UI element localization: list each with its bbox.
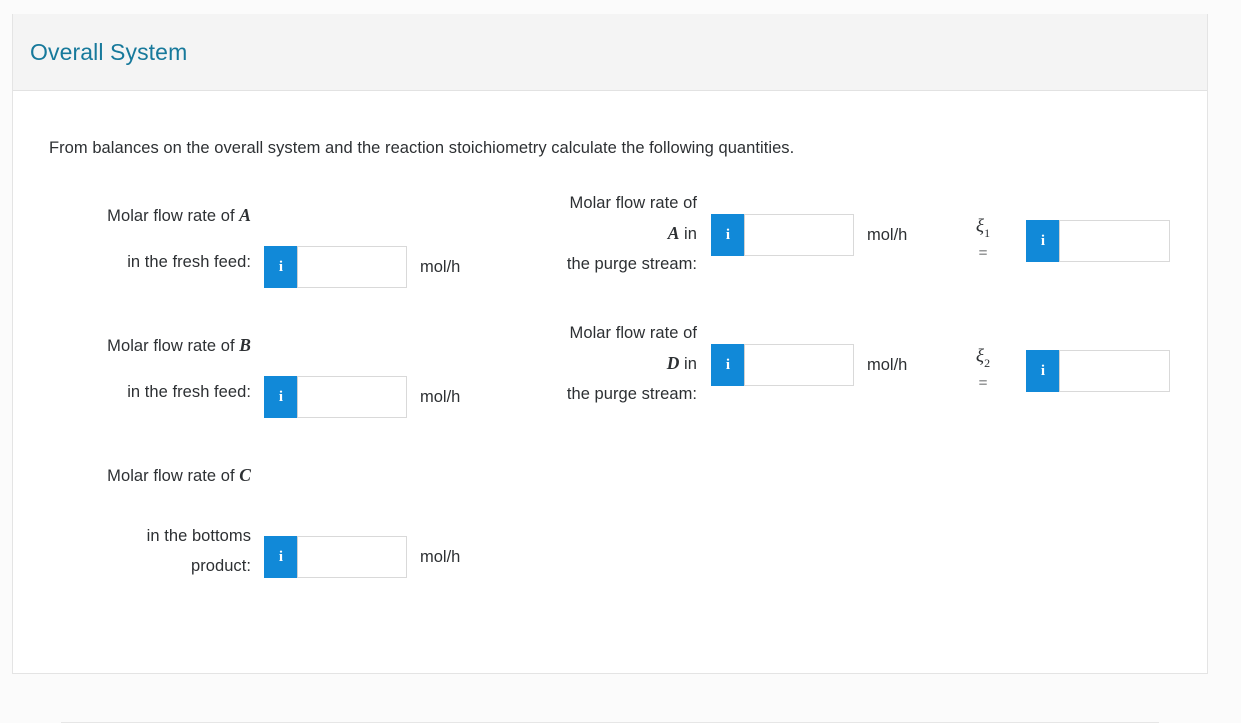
- answer-group-a-purge: i mol/h: [711, 214, 907, 256]
- xi-subscript: 2: [984, 355, 991, 370]
- question-c-bottoms-label-line2: in the bottoms: [146, 527, 251, 545]
- question-b-fresh-feed-label-line2: in the fresh feed:: [127, 383, 251, 401]
- label-text: in: [679, 225, 697, 243]
- question-d-purge-label-line2: D in: [513, 348, 697, 379]
- question-row-1: Molar flow rate of A in the fresh feed: …: [13, 194, 1207, 330]
- question-row-2: Molar flow rate of B in the fresh feed: …: [13, 324, 1207, 460]
- overall-system-card: Overall System From balances on the over…: [12, 14, 1208, 723]
- math-variable-b: B: [239, 335, 251, 355]
- equals-sign: =: [978, 374, 988, 392]
- answer-group-a-fresh-feed: i mol/h: [264, 246, 460, 288]
- page-title: Overall System: [30, 38, 188, 65]
- answer-input-a-purge[interactable]: [744, 214, 854, 256]
- xi-symbol: ξ: [975, 346, 985, 367]
- answer-input-d-purge[interactable]: [744, 344, 854, 386]
- question-c-bottoms-product: Molar flow rate of C in the bottoms prod…: [61, 460, 501, 581]
- info-icon[interactable]: i: [711, 214, 744, 256]
- question-c-bottoms-label-line3: product:: [190, 557, 251, 575]
- question-c-bottoms-label-line1: Molar flow rate of C: [61, 460, 251, 491]
- answer-input-extent-2[interactable]: [1059, 350, 1170, 392]
- card-body: From balances on the overall system and …: [13, 91, 1207, 723]
- label-text: in: [679, 355, 697, 373]
- units-label: mol/h: [420, 388, 461, 406]
- math-variable-d: D: [666, 353, 680, 373]
- info-icon[interactable]: i: [1026, 220, 1059, 262]
- question-d-purge-stream: Molar flow rate of D in the purge stream…: [513, 318, 943, 409]
- math-variable-a: A: [667, 223, 680, 243]
- question-b-fresh-feed: Molar flow rate of B in the fresh feed: …: [61, 330, 501, 418]
- question-a-purge-label-line2: A in: [513, 218, 697, 249]
- xi-symbol: ξ: [975, 216, 985, 237]
- answer-group-b-fresh-feed: i mol/h: [264, 376, 460, 418]
- answer-input-c-bottoms[interactable]: [297, 536, 407, 578]
- question-a-purge-label-line3: the purge stream:: [566, 255, 697, 273]
- label-text: Molar flow rate of: [107, 337, 240, 355]
- info-icon[interactable]: i: [1026, 350, 1059, 392]
- info-icon[interactable]: i: [711, 344, 744, 386]
- math-variable-c: C: [239, 465, 251, 485]
- question-extent-2: ξ2 = i: [965, 330, 1195, 394]
- extent-symbol-2: ξ2 =: [965, 346, 1001, 394]
- questions-grid: Molar flow rate of A in the fresh feed: …: [13, 194, 1207, 590]
- question-a-purge-stream: Molar flow rate of A in the purge stream…: [513, 188, 943, 279]
- question-a-fresh-feed-label-line2: in the fresh feed:: [127, 253, 251, 271]
- info-icon[interactable]: i: [264, 246, 297, 288]
- info-icon[interactable]: i: [264, 376, 297, 418]
- question-b-fresh-feed-label-line1: Molar flow rate of B: [61, 330, 251, 361]
- question-a-fresh-feed-label-line1: Molar flow rate of A: [61, 200, 251, 231]
- question-extent-1: ξ1 = i: [965, 200, 1195, 264]
- instruction-text: From balances on the overall system and …: [49, 139, 795, 157]
- units-label: mol/h: [867, 226, 908, 244]
- xi-subscript: 1: [984, 225, 991, 240]
- question-d-purge-label-line1: Molar flow rate of: [569, 324, 697, 342]
- units-label: mol/h: [420, 258, 461, 276]
- label-text: Molar flow rate of: [107, 207, 240, 225]
- question-a-purge-label-line1: Molar flow rate of: [569, 194, 697, 212]
- question-d-purge-label-line3: the purge stream:: [566, 385, 697, 403]
- math-variable-a: A: [239, 205, 251, 225]
- label-text: Molar flow rate of: [107, 467, 240, 485]
- extent-symbol-1: ξ1 =: [965, 216, 1001, 264]
- info-icon[interactable]: i: [264, 536, 297, 578]
- answer-input-a-fresh-feed[interactable]: [297, 246, 407, 288]
- question-a-fresh-feed: Molar flow rate of A in the fresh feed: …: [61, 200, 501, 288]
- answer-group-d-purge: i mol/h: [711, 344, 907, 386]
- equals-sign: =: [978, 244, 988, 262]
- question-row-3: Molar flow rate of C in the bottoms prod…: [13, 460, 1207, 590]
- answer-input-extent-1[interactable]: [1059, 220, 1170, 262]
- card-header: Overall System: [13, 14, 1207, 91]
- answer-input-b-fresh-feed[interactable]: [297, 376, 407, 418]
- units-label: mol/h: [867, 356, 908, 374]
- answer-group-extent-1: i: [1026, 220, 1170, 262]
- answer-group-c-bottoms: i mol/h: [264, 536, 460, 578]
- units-label: mol/h: [420, 548, 461, 566]
- answer-group-extent-2: i: [1026, 350, 1170, 392]
